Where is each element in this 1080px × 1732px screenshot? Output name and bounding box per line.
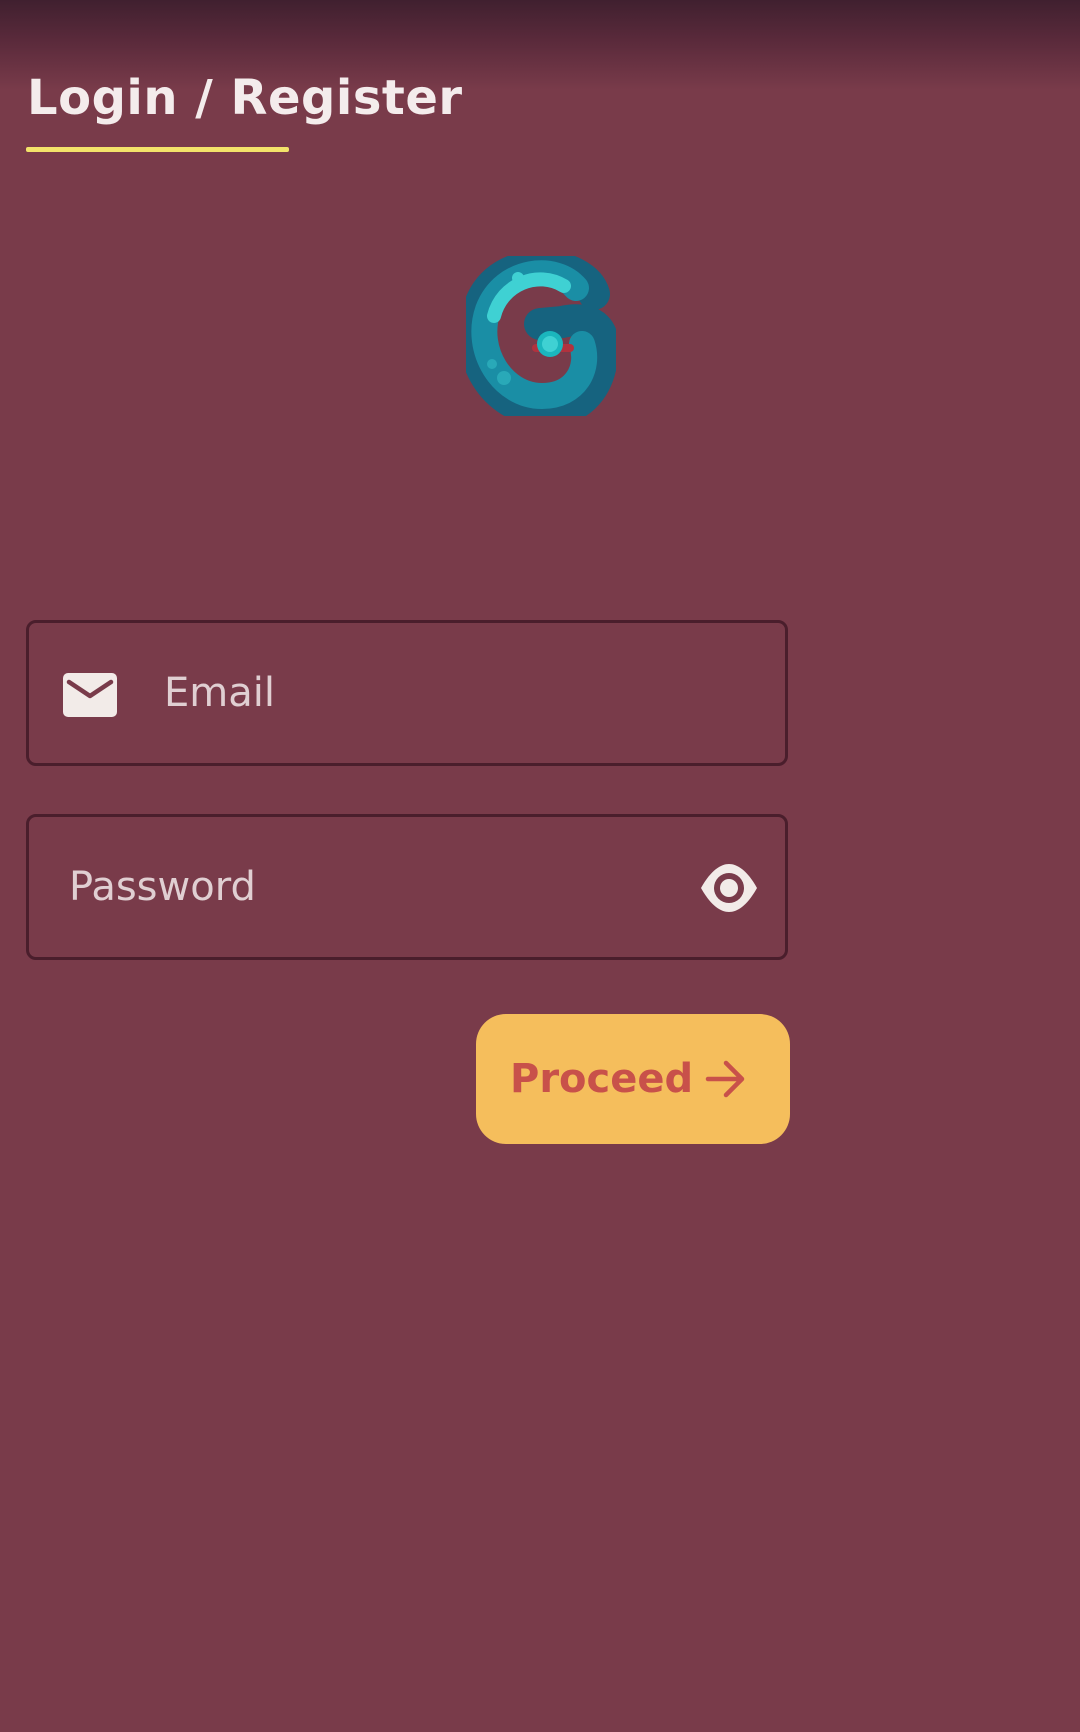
g-logo-icon [466, 256, 616, 416]
proceed-label: Proceed [510, 1056, 694, 1102]
page-title: Login / Register [27, 70, 463, 126]
password-input[interactable] [69, 817, 689, 957]
eye-icon[interactable] [699, 860, 759, 916]
email-input[interactable] [164, 623, 764, 763]
mail-icon [63, 673, 117, 717]
email-field[interactable] [26, 620, 788, 766]
arrow-right-icon [705, 1060, 745, 1098]
proceed-button[interactable]: Proceed [476, 1014, 790, 1144]
title-underline [26, 147, 289, 152]
password-field[interactable] [26, 814, 788, 960]
